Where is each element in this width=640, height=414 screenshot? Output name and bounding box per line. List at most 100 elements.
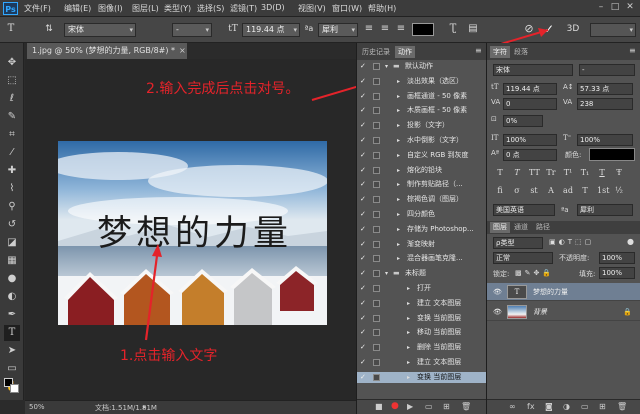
dialog-toggle-icon[interactable] — [373, 211, 380, 218]
ligatures-button[interactable]: fi — [495, 185, 505, 197]
layer-row[interactable]: 👁 背景 🔒 — [487, 303, 640, 321]
stylistic-alt-button[interactable]: ad — [563, 185, 573, 197]
dialog-toggle-icon[interactable] — [373, 92, 380, 100]
dialog-toggle-icon[interactable] — [373, 285, 380, 292]
dialog-toggle-icon[interactable] — [373, 373, 380, 381]
check-icon[interactable]: ✓ — [360, 91, 368, 102]
check-icon[interactable]: ✓ — [360, 313, 368, 324]
action-row[interactable]: ✓ ▸ 淡出效果（选区） — [357, 76, 487, 87]
check-icon[interactable]: ✓ — [360, 253, 368, 264]
action-row[interactable]: ✓ ▾ ▬ 未标题 — [357, 268, 487, 279]
play-icon[interactable]: ▶ — [407, 402, 413, 411]
layer-name[interactable]: 梦想的力量 — [533, 283, 568, 301]
small-caps-button[interactable]: Tr — [546, 167, 556, 179]
collapse-icon[interactable]: ▸ — [397, 239, 400, 250]
layer-row[interactable]: 👁 T 梦想的力量 — [487, 283, 640, 301]
dialog-toggle-icon[interactable] — [373, 329, 380, 337]
collapse-icon[interactable]: ▸ — [407, 313, 410, 324]
stop-icon[interactable]: ■ — [375, 402, 383, 411]
action-row[interactable]: ✓ ▸ 建立 文本图层 — [357, 298, 487, 309]
action-row[interactable]: ✓ ▸ 渐变映射 — [357, 239, 487, 250]
collapse-icon[interactable]: ▸ — [397, 105, 400, 116]
tab-actions[interactable]: 动作 — [395, 46, 415, 58]
swash-button[interactable]: A — [546, 185, 556, 197]
dialog-toggle-icon[interactable] — [373, 63, 380, 70]
char-tracking[interactable]: 238 — [577, 98, 633, 110]
collapse-icon[interactable]: ▸ — [397, 165, 400, 176]
action-row[interactable]: ✓ ▸ 投影（文字） — [357, 120, 487, 131]
visibility-eye-icon[interactable]: 👁 — [493, 283, 502, 301]
collapse-icon[interactable]: ▸ — [407, 298, 410, 309]
dialog-toggle-icon[interactable] — [373, 270, 380, 278]
tab-history[interactable]: 历史记录 — [359, 46, 393, 58]
dialog-toggle-icon[interactable] — [373, 196, 380, 204]
panel-menu-icon[interactable]: ≡ — [475, 46, 482, 55]
check-icon[interactable]: ✓ — [360, 150, 368, 161]
collapse-icon[interactable]: ▸ — [397, 253, 400, 264]
new-layer-icon[interactable]: ⊞ — [599, 402, 606, 411]
action-row[interactable]: ✓ ▸ 变换 当前图层 — [357, 313, 487, 324]
dialog-toggle-icon[interactable] — [373, 166, 380, 174]
char-font-style[interactable]: - — [579, 64, 635, 76]
dialog-toggle-icon[interactable] — [373, 314, 380, 322]
char-font-family[interactable]: 宋体 — [493, 64, 573, 76]
action-row[interactable]: ✓ ▸ 删除 当前图层 — [357, 342, 487, 353]
add-mask-icon[interactable]: ◙ — [545, 402, 553, 411]
collapse-icon[interactable]: ▸ — [397, 194, 400, 205]
action-row[interactable]: ✓ ▸ 木质画框 - 50 像素 — [357, 105, 487, 116]
char-anti-alias[interactable]: 犀利 — [577, 204, 633, 216]
all-caps-button[interactable]: TT — [529, 167, 540, 179]
faux-italic-button[interactable]: T — [512, 167, 522, 179]
new-action-icon[interactable]: ⊞ — [443, 402, 450, 411]
check-icon[interactable]: ✓ — [360, 372, 368, 383]
dialog-toggle-icon[interactable] — [373, 151, 380, 159]
check-icon[interactable]: ✓ — [360, 298, 368, 309]
dialog-toggle-icon[interactable] — [373, 240, 380, 248]
collapse-icon[interactable]: ▸ — [397, 150, 400, 161]
action-row[interactable]: ✓ ▸ 水中倒影（文字） — [357, 135, 487, 146]
lock-icons[interactable]: ▩✎✥🔒 — [515, 269, 554, 277]
filter-toggle-icon[interactable]: ● — [627, 237, 634, 246]
tab-character[interactable]: 字符 — [490, 46, 510, 58]
action-row[interactable]: ✓ ▸ 自定义 RGB 到灰度 — [357, 150, 487, 161]
fractions-button[interactable]: ½ — [614, 185, 624, 197]
faux-bold-button[interactable]: T — [495, 167, 505, 179]
char-baseline[interactable]: 0 点 — [503, 149, 557, 161]
opacity-input[interactable]: 100% — [599, 252, 635, 264]
check-icon[interactable]: ✓ — [360, 209, 368, 220]
check-icon[interactable]: ✓ — [360, 194, 368, 205]
action-row[interactable]: ✓ ▸ 打开 — [357, 283, 487, 294]
adjustment-layer-icon[interactable]: ◑ — [563, 402, 570, 411]
dialog-toggle-icon[interactable] — [373, 122, 380, 130]
check-icon[interactable]: ✓ — [360, 165, 368, 176]
tab-channels[interactable]: 通道 — [511, 222, 531, 233]
check-icon[interactable]: ✓ — [360, 105, 368, 116]
tab-paragraph[interactable]: 段落 — [511, 46, 531, 58]
check-icon[interactable]: ✓ — [360, 239, 368, 250]
new-set-icon[interactable]: ▭ — [425, 402, 433, 411]
dialog-toggle-icon[interactable] — [373, 344, 380, 352]
check-icon[interactable]: ✓ — [360, 268, 368, 279]
collapse-icon[interactable]: ▸ — [407, 357, 410, 368]
collapse-icon[interactable]: ▸ — [407, 327, 410, 338]
panel-menu-icon[interactable]: ≡ — [629, 46, 636, 55]
discretionary-lig-button[interactable]: st — [529, 185, 539, 197]
superscript-button[interactable]: T¹ — [563, 167, 573, 179]
action-row[interactable]: ✓ ▸ 移动 当前图层 — [357, 327, 487, 338]
expand-icon[interactable]: ▾ — [385, 268, 388, 279]
action-row[interactable]: ✓ ▸ 制作剪贴路径（... — [357, 179, 487, 190]
layer-name[interactable]: 背景 — [533, 303, 547, 321]
check-icon[interactable]: ✓ — [360, 179, 368, 190]
collapse-icon[interactable]: ▸ — [397, 224, 400, 235]
char-leading[interactable]: 57.33 点 — [577, 83, 633, 95]
char-color-swatch[interactable] — [589, 148, 635, 161]
char-kerning[interactable]: 0 — [503, 98, 557, 110]
new-group-icon[interactable]: ▭ — [581, 402, 589, 411]
check-icon[interactable]: ✓ — [360, 327, 368, 338]
check-icon[interactable]: ✓ — [360, 61, 368, 72]
ordinals-button[interactable]: 1st — [597, 185, 609, 197]
action-row[interactable]: ✓ ▾ ▬ 默认动作 — [357, 61, 487, 72]
collapse-icon[interactable]: ▸ — [397, 179, 400, 190]
dialog-toggle-icon[interactable] — [373, 77, 380, 85]
tab-layers[interactable]: 图层 — [490, 222, 510, 233]
